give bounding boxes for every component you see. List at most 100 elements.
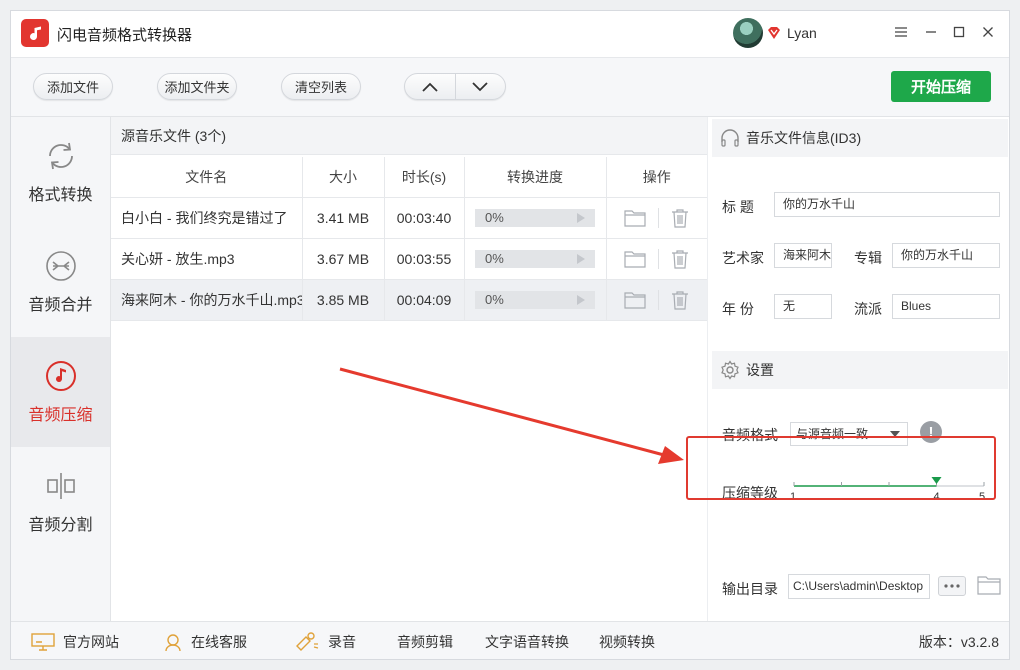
file-name-text: 白小白 - 我们终究是错过了	[121, 209, 288, 226]
more-dots-icon	[944, 584, 960, 588]
reorder-buttons	[404, 73, 506, 100]
app-title: 闪电音频格式转换器	[57, 27, 193, 44]
settings-title: 设置	[746, 362, 774, 378]
minimize-button[interactable]	[920, 21, 942, 43]
table-row[interactable]: 海来阿木 - 你的万水千山.mp3 3.85 MB 00:04:09 0%	[111, 279, 707, 321]
table-header-row: 文件名 大小 时长(s) 转换进度 操作	[111, 157, 707, 198]
output-dir-field[interactable]: C:\Users\admin\Desktop	[788, 574, 930, 599]
gear-icon	[721, 360, 739, 380]
browse-button[interactable]	[938, 576, 966, 596]
progress-text: 0%	[485, 250, 504, 266]
sidebar-item-label: 音频合并	[28, 297, 93, 314]
headphones-icon	[721, 129, 739, 147]
minimize-icon	[926, 31, 936, 33]
table-row[interactable]: 白小白 - 我们终究是错过了 3.41 MB 00:03:40 0%	[111, 197, 707, 239]
artist-field[interactable]: 海来阿木	[774, 243, 832, 268]
table-row[interactable]: 关心妍 - 放生.mp3 3.67 MB 00:03:55 0%	[111, 238, 707, 280]
close-button[interactable]	[977, 21, 999, 43]
sidebar-item-format-convert[interactable]: 格式转换	[11, 117, 110, 227]
video-convert-link[interactable]: 视频转换	[599, 622, 655, 659]
column-header-duration[interactable]: 时长(s)	[384, 157, 465, 198]
open-folder-icon[interactable]	[624, 250, 646, 268]
progress-bar: 0%	[475, 290, 595, 309]
refresh-icon	[44, 139, 78, 173]
actions-cell	[606, 197, 707, 239]
website-label: 官方网站	[63, 634, 119, 650]
play-icon[interactable]	[577, 212, 585, 223]
divider	[658, 248, 660, 269]
merge-icon	[44, 249, 78, 283]
delete-trash-icon[interactable]	[671, 249, 689, 269]
add-file-button[interactable]: 添加文件	[33, 73, 113, 100]
file-list-title: 源音乐文件 (3个)	[111, 117, 707, 155]
open-folder-icon[interactable]	[624, 209, 646, 227]
bottom-bar: 官方网站 在线客服 录音 音频剪辑 文字语音转换 视频转换 版本：v3.2.8	[11, 621, 1009, 659]
maximize-icon	[953, 26, 965, 38]
record-label: 录音	[328, 634, 356, 650]
file-name: 关心妍 - 放生.mp3	[111, 238, 303, 280]
column-header-size[interactable]: 大小	[302, 157, 385, 198]
sidebar-item-audio-compress[interactable]: 音频压缩	[11, 337, 110, 447]
actions-cell	[606, 238, 707, 280]
sidebar-item-label: 音频压缩	[28, 407, 93, 424]
play-icon[interactable]	[577, 294, 585, 305]
file-list-panel: 源音乐文件 (3个) 文件名 大小 时长(s) 转换进度 操作 白小白 - 我们…	[111, 117, 707, 621]
record-link[interactable]: 录音	[294, 622, 356, 659]
monitor-icon	[31, 633, 55, 651]
year-field[interactable]: 无	[774, 294, 832, 319]
start-compress-button[interactable]: 开始压缩	[891, 71, 991, 102]
support-label: 在线客服	[191, 634, 247, 650]
maximize-button[interactable]	[948, 21, 970, 43]
album-field[interactable]: 你的万水千山	[892, 243, 1000, 268]
progress-cell: 0%	[464, 197, 607, 239]
website-link[interactable]: 官方网站	[31, 622, 119, 659]
delete-trash-icon[interactable]	[671, 208, 689, 228]
file-size: 3.41 MB	[302, 197, 385, 239]
app-logo-icon	[21, 19, 49, 47]
support-link[interactable]: 在线客服	[163, 622, 247, 659]
year-label: 年 份	[722, 301, 754, 317]
music-note-icon	[44, 359, 78, 393]
output-dir-label: 输出目录	[722, 581, 778, 597]
genre-field[interactable]: Blues	[892, 294, 1000, 319]
open-output-folder-icon[interactable]	[977, 575, 1001, 595]
close-icon	[983, 27, 993, 37]
sidebar: 格式转换 音频合并 音频压缩 音频分割	[11, 117, 111, 621]
progress-bar: 0%	[475, 208, 595, 227]
play-icon[interactable]	[577, 253, 585, 264]
column-header-name[interactable]: 文件名	[111, 157, 303, 198]
toolbar: 添加文件 添加文件夹 清空列表 开始压缩	[11, 57, 1009, 117]
tts-link[interactable]: 文字语音转换	[485, 622, 569, 659]
sidebar-item-audio-split[interactable]: 音频分割	[11, 447, 110, 557]
user-account[interactable]: Lyan	[733, 18, 817, 48]
file-name-text: 海来阿木 - 你的万水千山.mp3	[121, 291, 302, 308]
title-field[interactable]: 你的万水千山	[774, 192, 1000, 217]
sidebar-item-label: 格式转换	[28, 187, 93, 204]
divider	[658, 289, 660, 310]
add-folder-button[interactable]: 添加文件夹	[157, 73, 237, 100]
audio-edit-label: 音频剪辑	[397, 634, 453, 650]
split-icon	[44, 469, 78, 503]
audio-edit-link[interactable]: 音频剪辑	[397, 622, 453, 659]
file-duration: 00:03:55	[384, 238, 465, 280]
id3-info-header: 音乐文件信息(ID3)	[712, 119, 1008, 157]
column-header-actions: 操作	[606, 157, 707, 198]
clear-list-button[interactable]: 清空列表	[281, 73, 361, 100]
open-folder-icon[interactable]	[624, 291, 646, 309]
title-bar: 闪电音频格式转换器 Lyan	[11, 11, 1009, 57]
avatar[interactable]	[733, 18, 763, 48]
actions-cell	[606, 279, 707, 321]
microphone-icon	[296, 632, 319, 651]
move-down-button[interactable]	[454, 74, 506, 99]
column-header-progress[interactable]: 转换进度	[464, 157, 607, 198]
delete-trash-icon[interactable]	[671, 290, 689, 310]
file-name-text: 关心妍 - 放生.mp3	[121, 250, 235, 267]
menu-button[interactable]	[890, 21, 912, 43]
tts-label: 文字语音转换	[485, 634, 569, 650]
genre-label: 流派	[854, 301, 882, 317]
settings-header: 设置	[712, 351, 1008, 389]
move-up-button[interactable]	[405, 74, 455, 99]
chevron-up-icon	[422, 82, 438, 92]
menu-icon	[895, 27, 907, 37]
sidebar-item-audio-merge[interactable]: 音频合并	[11, 227, 110, 337]
